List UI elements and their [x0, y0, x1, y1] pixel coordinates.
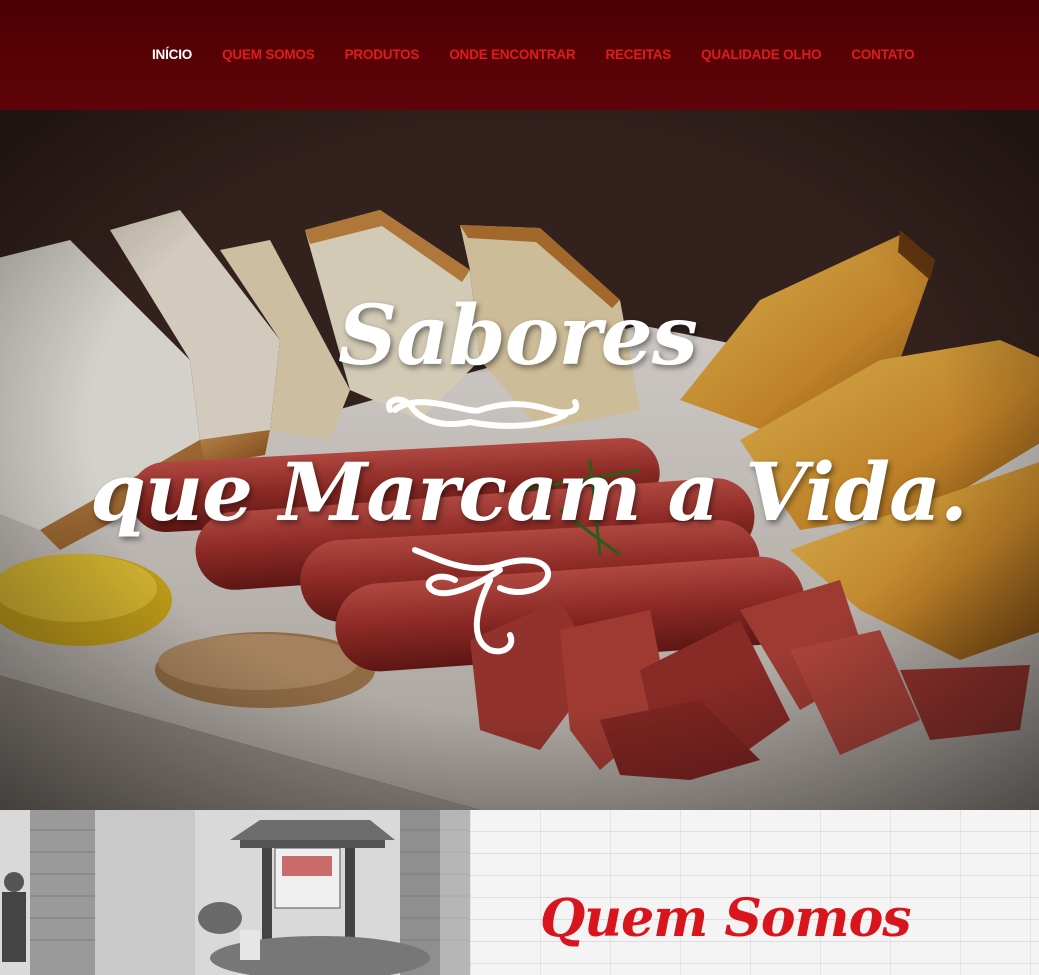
- nav-item-onde-encontrar[interactable]: ONDE ENCONTRAR: [449, 47, 575, 62]
- top-navigation-bar: INÍCIO QUEM SOMOS PRODUTOS ONDE ENCONTRA…: [0, 0, 1039, 110]
- quem-somos-heading: Quem Somos: [540, 888, 912, 949]
- hero-headline-line-2: que Marcam a Vida.: [90, 445, 968, 539]
- nav-item-inicio[interactable]: INÍCIO: [152, 47, 192, 62]
- hero-banner: Sabores que Marcam a Vida.: [0, 110, 1039, 810]
- nav-item-receitas[interactable]: RECEITAS: [605, 47, 671, 62]
- storefront-photo: [0, 810, 470, 975]
- nav-item-contato[interactable]: CONTATO: [851, 47, 914, 62]
- nav-item-qualidade-olho[interactable]: QUALIDADE OLHO: [701, 47, 821, 62]
- nav-item-produtos[interactable]: PRODUTOS: [345, 47, 420, 62]
- hero-headline-line-1: Sabores: [338, 288, 698, 384]
- nav-item-quem-somos[interactable]: QUEM SOMOS: [222, 47, 315, 62]
- quem-somos-section: Quem Somos: [0, 810, 1039, 975]
- main-menu: INÍCIO QUEM SOMOS PRODUTOS ONDE ENCONTRA…: [152, 46, 915, 64]
